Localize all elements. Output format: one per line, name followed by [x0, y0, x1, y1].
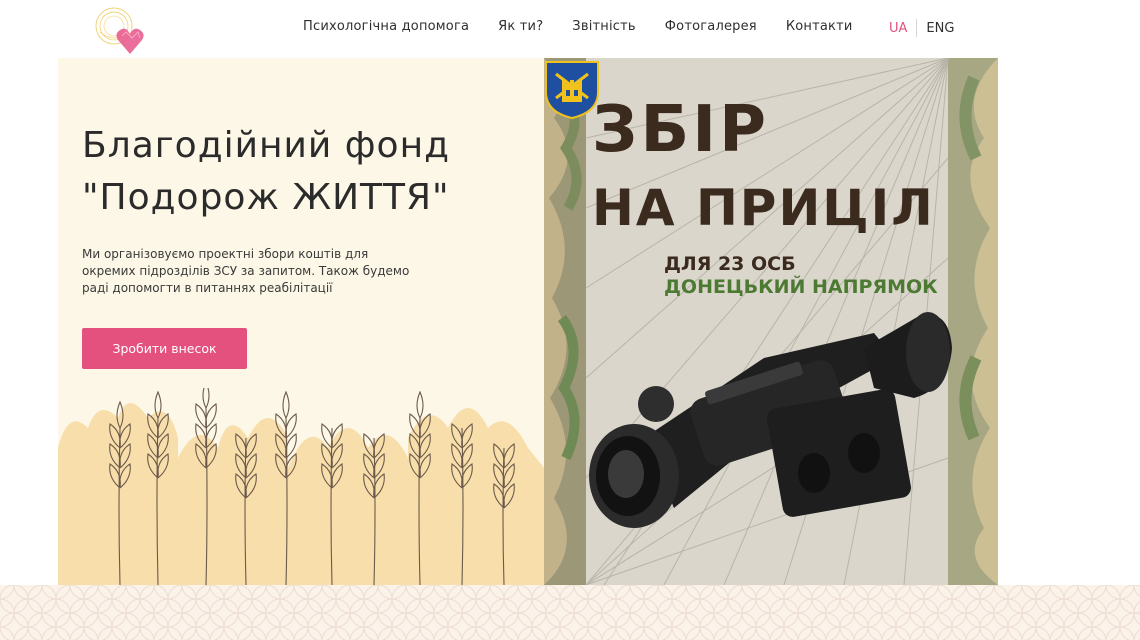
brigade-shield-icon: [545, 61, 599, 120]
heart-logo[interactable]: [92, 4, 154, 54]
language-switcher: UA ENG: [889, 19, 954, 37]
fundraiser-banner[interactable]: ЗБІР НА ПРИЦІЛ ДЛЯ 23 ОСБ ДОНЕЦЬКИЙ НАПР…: [544, 58, 998, 585]
hero-section: Благодійний фонд "Подорож ЖИТТЯ" Ми орга…: [58, 58, 544, 585]
banner-brigade: ДЛЯ 23 ОСБ: [664, 253, 796, 275]
donate-button[interactable]: Зробити внесок: [82, 328, 247, 369]
camo-border-right: [948, 58, 998, 585]
hero-description: Ми організовуємо проектні збори коштів д…: [82, 247, 410, 295]
title-line-1: Благодійний фонд: [82, 125, 451, 166]
main-nav: Психологічна допомога Як ти? Звітність Ф…: [303, 19, 853, 34]
banner-title-line-2: НА ПРИЦІЛ: [592, 179, 935, 237]
decorative-pattern: [0, 585, 1140, 640]
banner-title-line-1: ЗБІР: [592, 93, 769, 167]
nav-item-psychological-help[interactable]: Психологічна допомога: [303, 19, 469, 34]
lang-eng-link[interactable]: ENG: [917, 21, 954, 36]
camo-border-left: [544, 58, 586, 585]
page-title: Благодійний фонд "Подорож ЖИТТЯ": [82, 120, 522, 224]
nav-item-reports[interactable]: Звітність: [572, 19, 635, 34]
nav-item-contacts[interactable]: Контакти: [786, 19, 853, 34]
banner-direction: ДОНЕЦЬКИЙ НАПРЯМОК: [664, 276, 938, 298]
nav-item-photo-gallery[interactable]: Фотогалерея: [665, 19, 757, 34]
nav-item-how-are-you[interactable]: Як ти?: [498, 19, 543, 34]
lang-ua-link[interactable]: UA: [889, 21, 916, 36]
site-header: Психологічна допомога Як ти? Звітність Ф…: [0, 0, 1140, 58]
wheat-illustration: [58, 388, 544, 585]
title-line-2: "Подорож ЖИТТЯ": [82, 177, 450, 218]
